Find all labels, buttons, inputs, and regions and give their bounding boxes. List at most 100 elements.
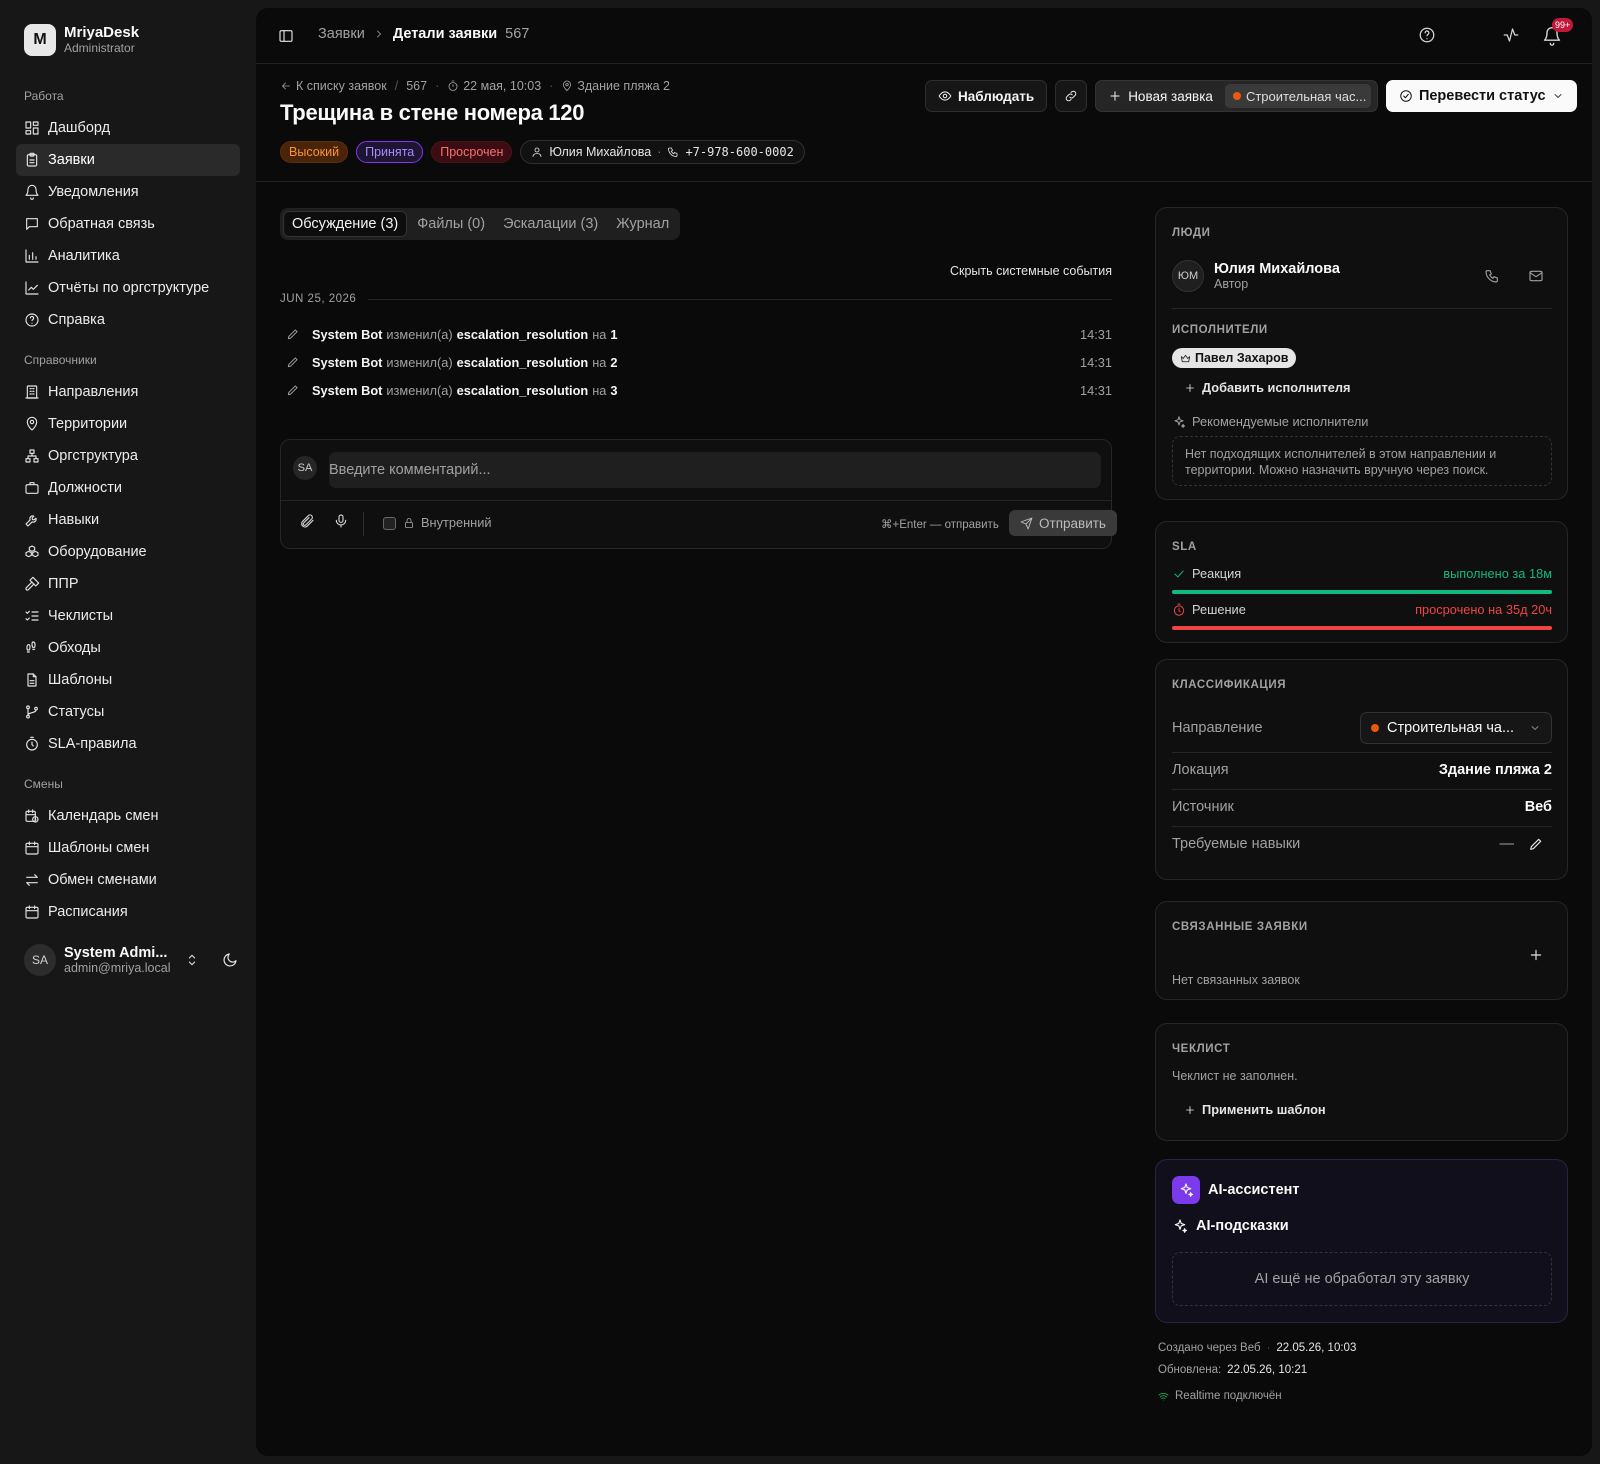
ai-logo [1172,1176,1200,1204]
add-assignee-label: Добавить исполнителя [1202,380,1351,395]
event-actor: System Bot [312,326,383,342]
sidebar-item-label: Оргструктура [48,448,138,464]
sidebar-item-tickets[interactable]: Заявки [16,144,240,176]
assignee-chip[interactable]: Павел Захаров [1172,348,1297,368]
sidebar-item-positions[interactable]: Должности [16,472,240,504]
skills-row: Требуемые навыки — [1172,836,1552,852]
sidebar-item-equipment[interactable]: Оборудование [16,536,240,568]
change-status-button[interactable]: Перевести статус [1385,80,1577,112]
plus-icon[interactable] [1528,947,1544,963]
direction-select[interactable]: Строительная ча... [1360,712,1552,744]
sla-resolution-label: Решение [1192,602,1246,617]
help-icon[interactable] [1418,26,1436,44]
contact-phone[interactable]: +7-978-600-0002 [685,142,793,162]
moon-icon[interactable] [222,952,238,968]
user-menu[interactable]: SA System Admi... admin@mriya.local [24,944,240,976]
sidebar-item-shift-calendar[interactable]: Календарь смен [16,800,240,832]
sidebar-item-feedback[interactable]: Обратная связь [16,208,240,240]
apply-template-button[interactable]: Применить шаблон [1184,1102,1326,1117]
status-badge: Принята [356,141,424,163]
brand[interactable]: M MriyaDesk Administrator [24,24,139,56]
event-field: escalation_resolution [456,326,589,342]
divider [1172,789,1552,790]
sidebar-item-checklists[interactable]: Чеклисты [16,600,240,632]
internal-label: Внутренний [421,515,492,530]
sidebar-item-org-reports[interactable]: Отчёты по оргструктуре [16,272,240,304]
watch-button[interactable]: Наблюдать [925,80,1048,112]
sidebar-item-shift-swap[interactable]: Обмен сменами [16,864,240,896]
sidebar-item-analytics[interactable]: Аналитика [16,240,240,272]
phone-icon [668,147,678,157]
sidebar-item-org-structure[interactable]: Оргструктура [16,440,240,472]
sidebar-item-templates[interactable]: Шаблоны [16,664,240,696]
sidebar-item-directions[interactable]: Направления [16,376,240,408]
swap-icon [26,874,38,886]
direction-chip: Строительная час... [1224,84,1371,108]
ticket-number: 567 [406,79,428,93]
sidebar-item-label: Дашборд [48,120,111,136]
location-row: Локация Здание пляжа 2 [1172,762,1552,778]
event-time: 14:31 [1079,326,1112,342]
internal-checkbox[interactable] [383,517,396,530]
timer-icon [448,80,458,91]
card-title: ЛЮДИ [1172,227,1211,239]
sidebar-item-rounds[interactable]: Обходы [16,632,240,664]
sidebar-item-statuses[interactable]: Статусы [16,696,240,728]
realtime-status: Realtime подключён [1158,1390,1282,1402]
ai-suggestions-title: AI-подсказки [1172,1218,1289,1234]
phone-icon[interactable] [1484,268,1500,284]
created-at: 22.05.26, 10:03 [1276,1342,1357,1354]
divider [1172,826,1552,827]
comment-input[interactable] [329,452,1101,488]
wifi-icon [1158,1392,1169,1401]
sidebar-item-shift-templates[interactable]: Шаблоны смен [16,832,240,864]
hide-system-events-toggle[interactable]: Скрыть системные события [944,264,1112,278]
sidebar-item-sla-rules[interactable]: SLA-правила [16,728,240,760]
sidebar-item-skills[interactable]: Навыки [16,504,240,536]
event-time: 14:31 [1079,354,1112,370]
event-field: escalation_resolution [456,382,589,398]
mail-icon[interactable] [1528,268,1544,284]
internal-toggle[interactable]: Внутренний [403,515,492,530]
briefcase-icon [25,482,39,494]
back-link[interactable]: К списку заявок [296,79,387,93]
sidebar-item-ppr[interactable]: ППР [16,568,240,600]
microphone-icon[interactable] [333,513,349,529]
event-value: 2 [610,354,618,370]
sidebar-toggle-icon[interactable] [278,28,294,44]
send-button[interactable]: Отправить [1009,510,1117,536]
tab-escalations[interactable]: Эскалации (3) [495,211,606,237]
user-name: System Admi... [64,945,168,961]
activity-icon[interactable] [1502,26,1520,44]
new-ticket-button[interactable]: Новая заявка Строительная час... [1095,80,1378,112]
plus-icon [1186,1105,1194,1114]
sla-reaction-status: выполнено за 18м [1443,566,1552,581]
tab-files[interactable]: Файлы (0) [409,211,493,237]
meta-separator: · [549,79,554,93]
direction-dot [1232,92,1241,100]
line-chart-icon [25,281,39,295]
pencil-icon [287,357,298,368]
sidebar-item-schedules[interactable]: Расписания [16,896,240,928]
paperclip-icon[interactable] [299,513,315,529]
event-verb: изменил(а) [386,354,453,370]
tab-log[interactable]: Журнал [608,211,677,237]
breadcrumb-tickets[interactable]: Заявки [318,26,365,42]
copy-link-button[interactable] [1055,80,1088,112]
checklist-empty: Чеклист не заполнен. [1172,1069,1298,1083]
pencil-icon[interactable] [1528,836,1544,852]
tab-discussion[interactable]: Обсуждение (3) [283,211,408,237]
sidebar-item-notifications[interactable]: Уведомления [16,176,240,208]
sidebar-item-help[interactable]: Справка [16,304,240,336]
card-title: SLA [1172,541,1197,553]
sidebar-item-territories[interactable]: Территории [16,408,240,440]
sla-reaction-row: Реакция выполнено за 18м [1172,566,1552,581]
hammer-icon [25,576,40,591]
chevrons-up-down-icon[interactable] [184,952,200,968]
recommended-empty: Нет подходящих исполнителей в этом напра… [1172,436,1552,486]
recommended-assignees-title: Рекомендуемые исполнители [1172,414,1368,429]
apply-template-label: Применить шаблон [1202,1102,1326,1117]
sidebar-item-dashboard[interactable]: Дашборд [16,112,240,144]
sidebar-item-label: Навыки [48,512,100,528]
add-assignee-button[interactable]: Добавить исполнителя [1184,380,1350,395]
